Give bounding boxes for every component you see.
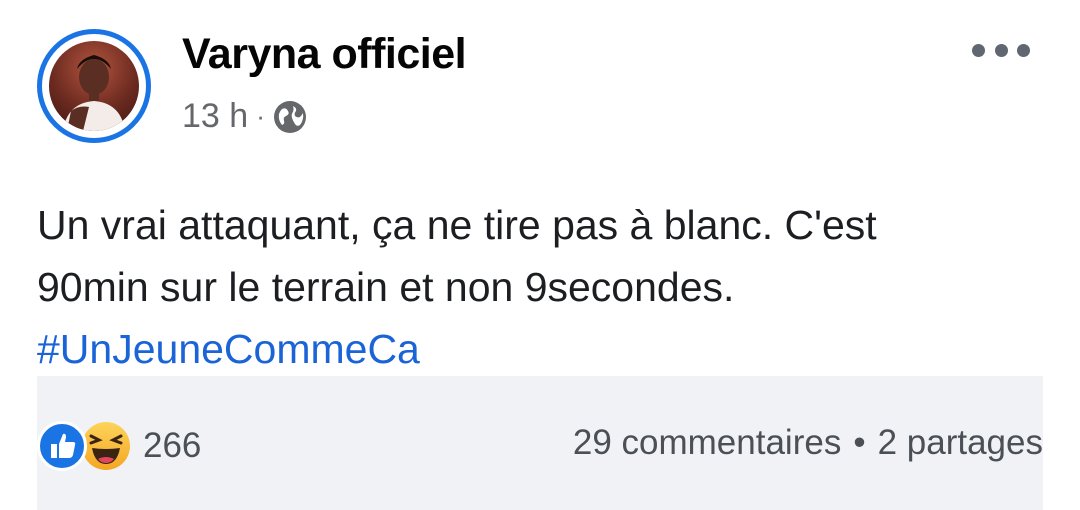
engagement-bar: 266 29 commentaires • 2 partages — [37, 376, 1043, 510]
avatar-ring[interactable] — [37, 29, 151, 143]
more-horizontal-icon — [972, 43, 985, 57]
shares-count[interactable]: 2 partages — [878, 423, 1043, 463]
more-options-button[interactable] — [972, 30, 1030, 70]
globe-icon[interactable] — [273, 100, 307, 134]
reactions-summary[interactable]: 266 — [37, 421, 201, 471]
like-icon — [37, 421, 87, 471]
avatar[interactable] — [49, 41, 139, 131]
meta-separator: · — [256, 101, 265, 131]
post-text-line-2: 90min sur le terrain et non 9secondes. — [37, 264, 735, 310]
reaction-count: 266 — [143, 426, 202, 465]
haha-icon — [81, 421, 131, 471]
hashtag-link[interactable]: #UnJeuneCommeCa — [37, 318, 1047, 380]
post-meta: 13 h · — [182, 97, 307, 136]
engagement-stats: 29 commentaires • 2 partages — [573, 423, 1043, 463]
post-time[interactable]: 13 h — [182, 97, 248, 136]
stats-separator: • — [853, 423, 866, 462]
comments-count[interactable]: 29 commentaires — [573, 423, 841, 463]
post-text: Un vrai attaquant, ça ne tire pas à blan… — [37, 194, 1047, 380]
author-name[interactable]: Varyna officiel — [182, 30, 467, 79]
post-text-line-1: Un vrai attaquant, ça ne tire pas à blan… — [37, 202, 877, 248]
